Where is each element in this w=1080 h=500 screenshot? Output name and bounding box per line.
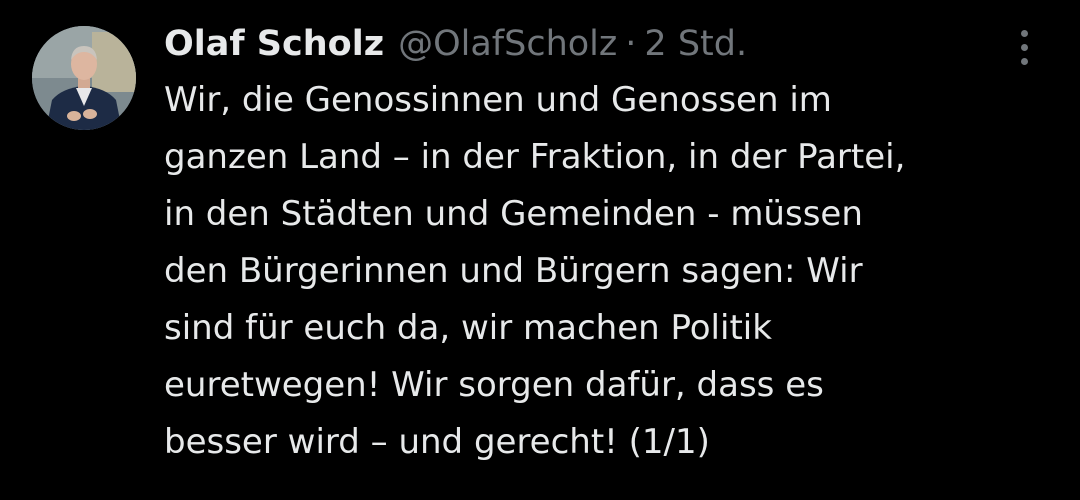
tweet-text-line: Wir, die Genossinnen und Genossen im [164,80,832,120]
tweet-text-line: euretwegen! Wir sorgen dafür, dass es [164,365,824,405]
separator-dot: · [625,24,637,64]
tweet-text-line: den Bürgerinnen und Bürgern sagen: Wir [164,251,863,291]
tweet-text-line: ganzen Land – in der Fraktion, in der Pa… [164,137,906,177]
more-dot [1021,30,1028,37]
tweet-text: Wir, die Genossinnen und Genossen im gan… [164,72,1064,471]
author-avatar[interactable] [32,26,136,130]
avatar-photo [32,26,136,130]
tweet-header: Olaf Scholz @OlafScholz · 2 Std. [164,18,747,70]
tweet-text-line: besser wird – und gerecht! (1/1) [164,422,710,462]
author-name[interactable]: Olaf Scholz [164,18,384,70]
tweet[interactable]: Olaf Scholz @OlafScholz · 2 Std. Wir, di… [0,0,1080,500]
author-handle[interactable]: @OlafScholz [398,18,617,70]
tweet-text-line: sind für euch da, wir machen Politik [164,308,772,348]
tweet-text-line: in den Städten und Gemeinden - müssen [164,194,863,234]
more-vertical-icon[interactable] [1012,26,1038,70]
more-dot [1021,44,1028,51]
tweet-timestamp[interactable]: 2 Std. [644,18,747,70]
more-dot [1021,58,1028,65]
